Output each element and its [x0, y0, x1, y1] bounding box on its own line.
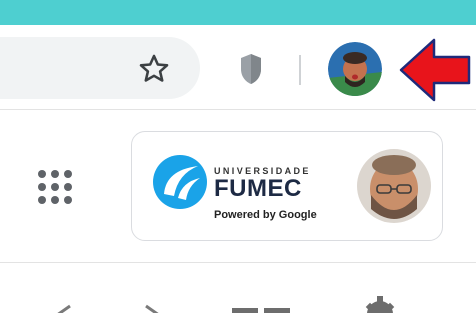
profile-avatar — [328, 42, 382, 96]
gear-icon[interactable] — [362, 292, 398, 313]
back-arrow-icon[interactable] — [50, 292, 76, 313]
star-outline-icon — [139, 54, 169, 82]
toolbar-separator — [299, 55, 301, 85]
bookmark-star-button[interactable] — [134, 49, 174, 89]
top-accent-strip — [0, 0, 476, 25]
account-card[interactable]: UNIVERSIDADE FUMEC Powered by Google — [131, 131, 443, 241]
section-divider — [0, 262, 476, 263]
university-logo-icon — [153, 155, 207, 209]
menu-icon[interactable] — [232, 298, 292, 313]
red-pointer-arrow — [399, 38, 471, 102]
toolbar-divider — [0, 109, 476, 110]
forward-arrow-icon[interactable] — [140, 292, 166, 313]
browser-toolbar — [0, 25, 476, 110]
shield-icon — [241, 54, 261, 84]
profile-avatar-button[interactable] — [328, 42, 382, 96]
apps-grid-icon — [38, 170, 72, 204]
extension-button[interactable] — [231, 49, 271, 89]
org-name: FUMEC — [214, 175, 302, 202]
google-apps-button[interactable] — [28, 160, 82, 214]
powered-by-label: Powered by Google — [214, 209, 317, 221]
account-avatar — [357, 149, 431, 223]
